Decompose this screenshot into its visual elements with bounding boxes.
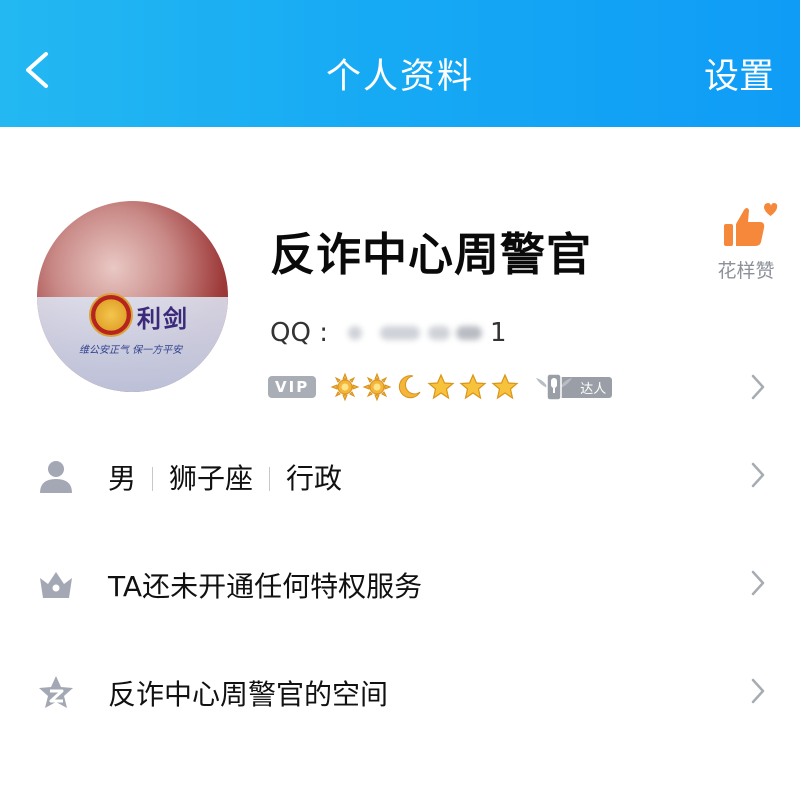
winged-mic-icon <box>536 373 573 401</box>
qzone-text: 反诈中心周警官的空间 <box>108 678 389 711</box>
police-emblem-icon <box>89 293 133 337</box>
qq-number-redacted <box>342 320 502 346</box>
crown-icon <box>40 572 72 598</box>
level-badges[interactable]: VIP 达人 <box>268 370 613 404</box>
sun-icon <box>362 372 392 402</box>
chevron-right-icon <box>751 462 765 488</box>
privilege-text: TA还未开通任何特权服务 <box>108 570 423 603</box>
separator <box>269 467 271 491</box>
fancy-like-button[interactable]: 花样赞 <box>706 200 786 283</box>
privilege-row[interactable]: TA还未开通任何特权服务 <box>0 552 800 612</box>
gender-text: 男 <box>108 462 137 495</box>
sun-icon <box>330 372 360 402</box>
thumbs-up-heart-icon <box>724 203 778 246</box>
star-icon <box>427 373 455 400</box>
chevron-right-icon <box>751 374 765 400</box>
star-icon <box>491 373 519 400</box>
profile-name: 反诈中心周警官 <box>270 228 593 281</box>
talent-badge: 达人 <box>532 370 613 404</box>
qq-label: QQ : <box>270 318 328 348</box>
page-title: 个人资料 <box>325 57 474 97</box>
zodiac-text: 狮子座 <box>169 462 254 495</box>
qzone-star-icon <box>39 676 73 708</box>
star-icon <box>459 373 487 400</box>
chevron-right-icon <box>751 570 765 596</box>
moon-icon <box>399 375 421 399</box>
chevron-right-icon <box>751 678 765 704</box>
avatar-slogan: 维公安正气 保一方平安 <box>79 345 183 356</box>
occupation-text: 行政 <box>286 462 343 495</box>
fancy-like-label: 花样赞 <box>717 260 775 282</box>
settings-button[interactable]: 设置 <box>704 48 774 99</box>
profile-detail-chevron[interactable] <box>745 372 769 402</box>
basic-info-text: 男狮子座 行政 <box>108 457 342 497</box>
qzone-row[interactable]: 反诈中心周警官的空间 <box>0 660 800 720</box>
top-nav-bar: 个人资料 设置 <box>0 0 800 127</box>
qq-number-row: QQ : 1 <box>270 318 507 348</box>
person-icon <box>40 461 72 493</box>
vip-badge: VIP <box>268 376 317 398</box>
separator <box>152 467 154 491</box>
avatar[interactable]: 利剑 维公安正气 保一方平安 <box>37 201 228 392</box>
basic-info-row[interactable]: 男狮子座 行政 <box>0 444 800 504</box>
avatar-brand-text: 利剑 <box>137 304 189 333</box>
